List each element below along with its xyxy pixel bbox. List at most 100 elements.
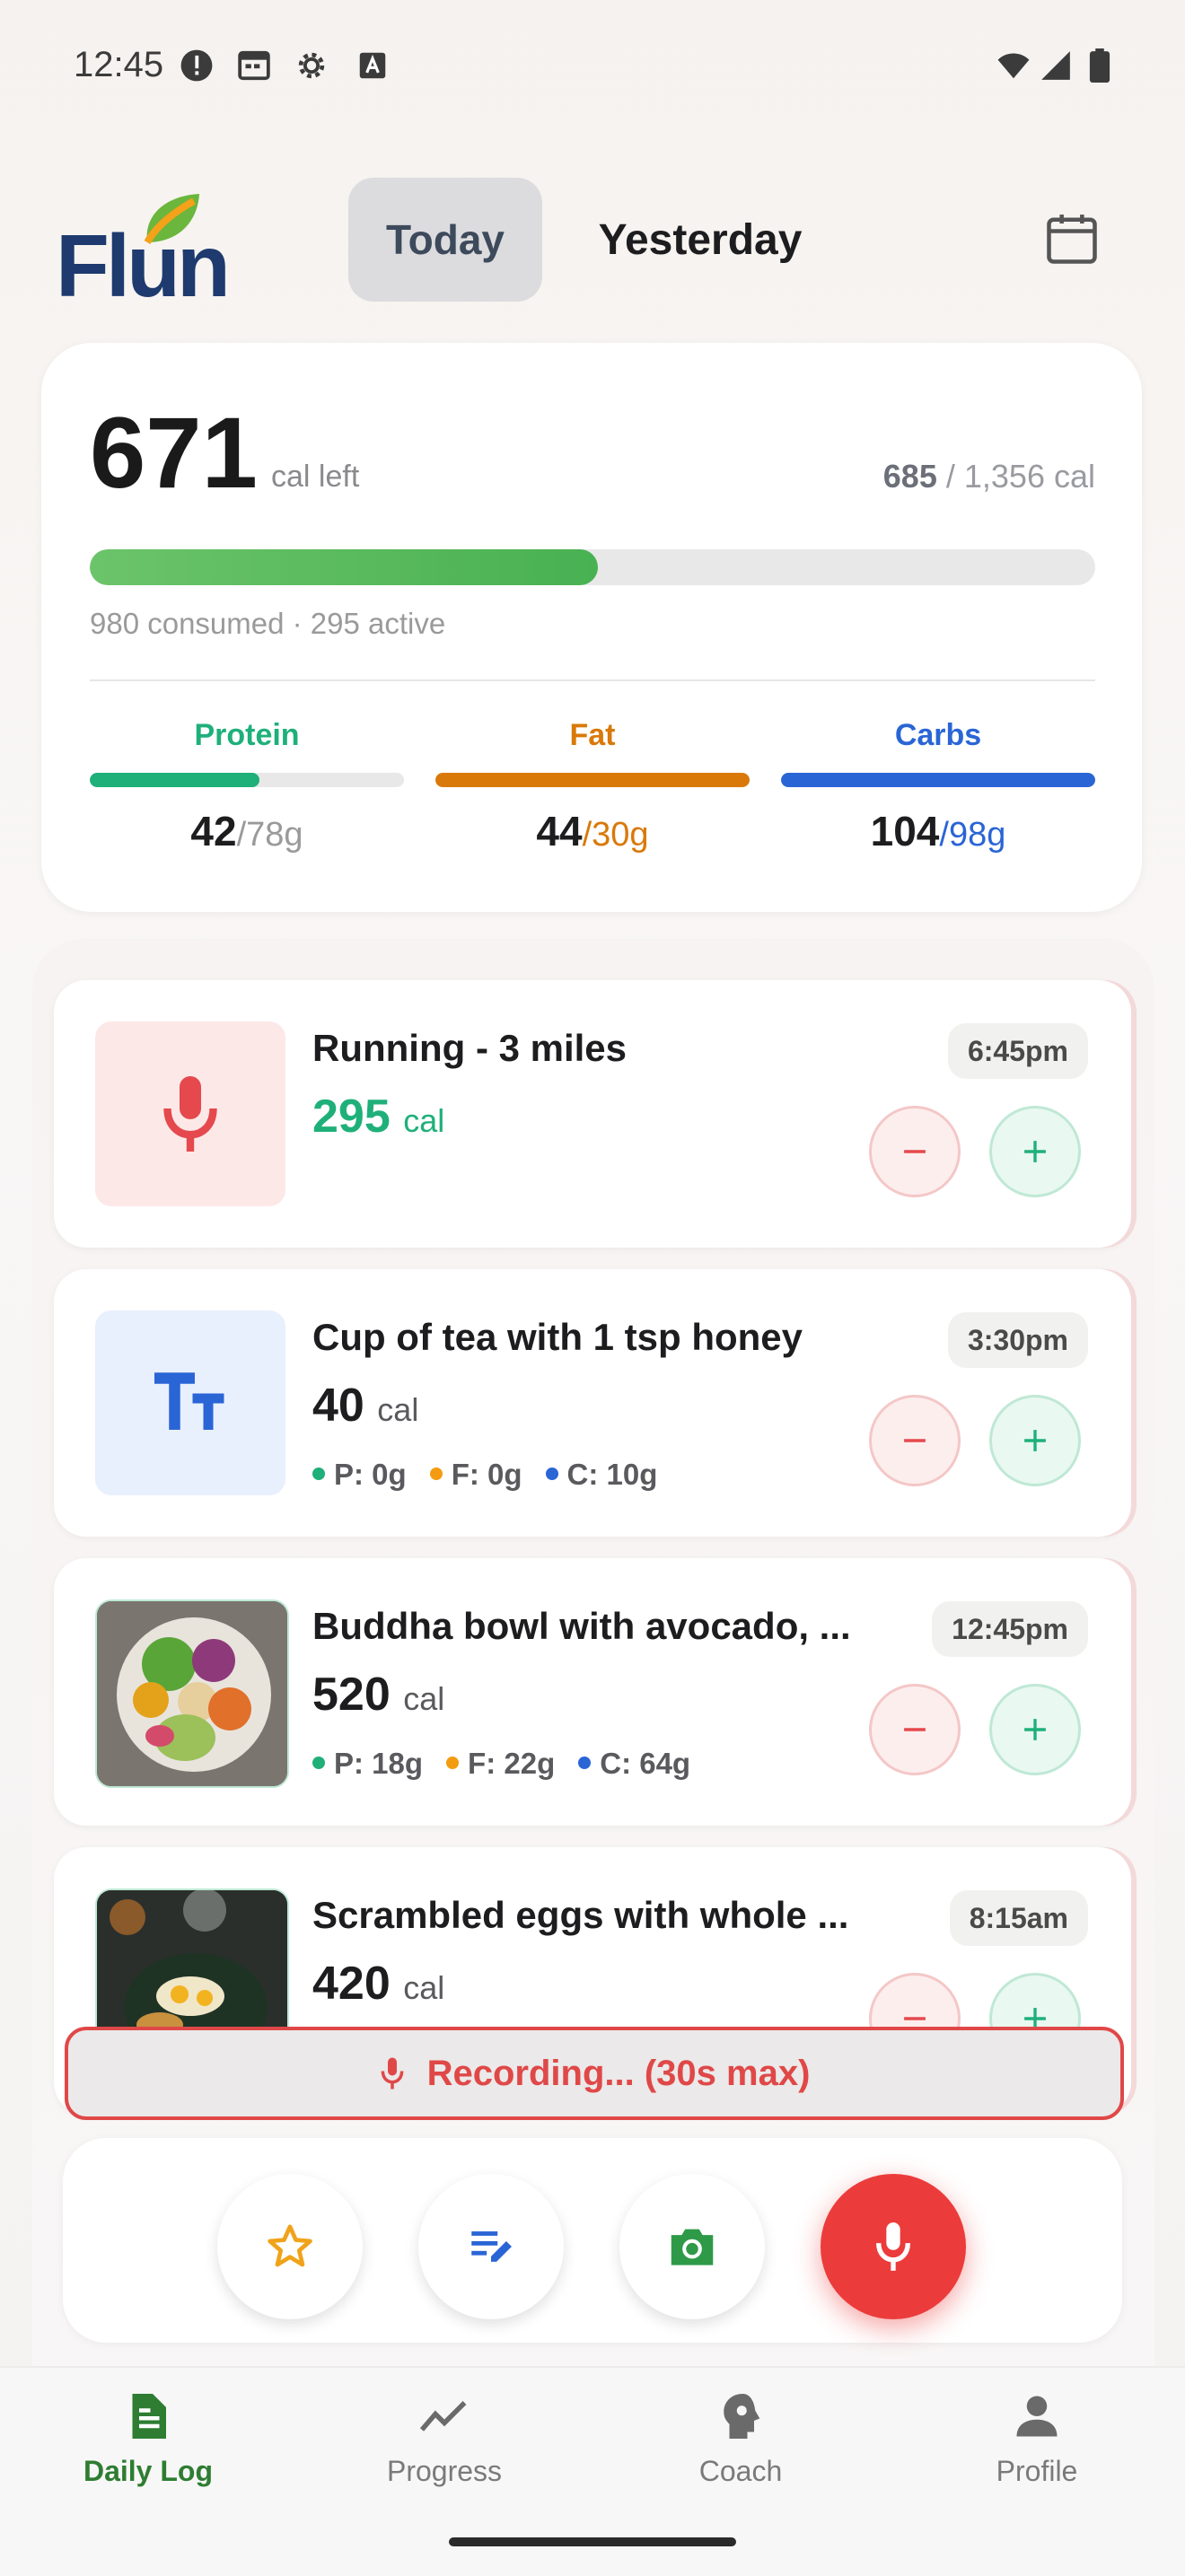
minus-icon	[904, 1150, 926, 1153]
decrease-button[interactable]	[869, 1106, 961, 1197]
entry-title: Cup of tea with 1 tsp honey	[312, 1316, 803, 1358]
calorie-progress-fill	[90, 549, 598, 585]
recording-banner[interactable]: Recording... (30s max)	[65, 2027, 1124, 2120]
log-entry[interactable]: Buddha bowl with avocado, ... 520 cal P:…	[54, 1558, 1131, 1826]
entry-fat: F: 0g	[429, 1458, 522, 1492]
head-gear-icon	[724, 2394, 760, 2439]
macro-bar-fill	[435, 773, 750, 787]
entry-title: Scrambled eggs with whole ...	[312, 1894, 849, 1936]
nav-label: Profile	[996, 2455, 1078, 2487]
signal-icon	[1041, 51, 1070, 80]
log-entry[interactable]: Cup of tea with 1 tsp honey 40 cal P: 0g…	[54, 1269, 1131, 1537]
alert-icon	[180, 49, 213, 82]
status-time: 12:45	[74, 45, 164, 84]
entry-carbs: C: 10g	[545, 1458, 657, 1492]
calories-left-label: cal left	[271, 460, 360, 494]
entry-protein: P: 18g	[312, 1747, 423, 1781]
calorie-total: 685 / 1,356 cal	[883, 458, 1095, 495]
entry-calories: 40 cal	[312, 1380, 419, 1432]
macro-bar	[781, 773, 1095, 787]
text-size-icon	[154, 1372, 224, 1430]
edit-list-icon	[471, 2231, 512, 2262]
nav-progress[interactable]: Progress	[296, 2389, 592, 2488]
calendar-status-icon	[238, 50, 270, 81]
macro-bar-fill	[90, 773, 259, 787]
entry-calories: 420 cal	[312, 1958, 445, 2010]
decrease-button[interactable]	[869, 1395, 961, 1486]
entry-time: 3:30pm	[947, 1312, 1088, 1368]
battery-icon	[1089, 48, 1110, 83]
log-entry[interactable]: Running - 3 miles 295 cal 6:45pm	[54, 980, 1131, 1248]
increase-button[interactable]	[989, 1106, 1081, 1197]
entry-title: Buddha bowl with avocado, ...	[312, 1605, 851, 1647]
camera-icon	[671, 2229, 714, 2265]
entry-calories: 520 cal	[312, 1669, 445, 1721]
favorites-button[interactable]	[217, 2174, 363, 2319]
trend-icon	[419, 2401, 467, 2431]
gesture-handle	[449, 2537, 736, 2546]
plus-icon	[1024, 1430, 1046, 1451]
voice-record-button[interactable]	[821, 2174, 966, 2319]
entry-photo-thumb	[95, 1599, 289, 1788]
calories-left-value: 671	[90, 397, 258, 509]
tab-yesterday[interactable]: Yesterday	[575, 178, 826, 302]
macro-value: 44/30g	[536, 808, 649, 854]
microphone-icon	[381, 2057, 403, 2090]
macro-bar-fill	[781, 773, 1095, 787]
entry-calories: 295 cal	[312, 1091, 445, 1143]
macro-label: Protein	[194, 718, 300, 752]
calorie-goal: / 1,356 cal	[945, 458, 1095, 495]
mic-icon	[876, 2222, 910, 2271]
quick-add-tray	[63, 2138, 1122, 2343]
app-logo: Flun	[56, 188, 231, 315]
plus-icon	[1024, 1719, 1046, 1740]
entry-time: 6:45pm	[947, 1023, 1088, 1079]
macro-label: Carbs	[894, 718, 982, 752]
macro-bar	[90, 773, 404, 787]
nav-label: Daily Log	[83, 2455, 213, 2487]
settings-status-icon	[298, 52, 325, 79]
macro-protein: Protein 42/78g	[90, 718, 404, 855]
macro-value: 42/78g	[190, 808, 303, 854]
entry-text-thumb	[95, 1310, 285, 1495]
keyboard-a-icon	[359, 52, 386, 79]
macro-label: Fat	[569, 718, 616, 752]
person-icon	[1016, 2396, 1058, 2437]
entry-carbs: C: 64g	[578, 1747, 690, 1781]
increase-button[interactable]	[989, 1684, 1081, 1775]
entry-fat: F: 22g	[446, 1747, 555, 1781]
text-entry-button[interactable]	[418, 2174, 564, 2319]
entry-title: Running - 3 miles	[312, 1027, 628, 1069]
nav-label: Progress	[386, 2455, 503, 2487]
microphone-icon	[163, 1076, 217, 1152]
calorie-progress-bar	[90, 549, 1095, 585]
nav-profile[interactable]: Profile	[889, 2389, 1185, 2488]
increase-button[interactable]	[989, 1395, 1081, 1486]
minus-icon	[904, 1728, 926, 1731]
plus-icon	[1024, 1141, 1046, 1162]
divider	[90, 679, 1095, 681]
star-icon	[268, 2224, 312, 2267]
calendar-icon[interactable]	[1041, 208, 1102, 269]
macro-value: 104/98g	[870, 808, 1006, 854]
decrease-button[interactable]	[869, 1684, 961, 1775]
minus-icon	[904, 1439, 926, 1442]
macro-fat: Fat 44/30g	[435, 718, 750, 855]
tab-today[interactable]: Today	[348, 178, 542, 302]
entry-macros: P: 0g F: 0g C: 10g	[312, 1458, 657, 1492]
camera-button[interactable]	[619, 2174, 765, 2319]
status-bar: 12:45	[0, 0, 1185, 135]
nav-daily-log[interactable]: Daily Log	[0, 2389, 296, 2488]
entry-macros: P: 18g F: 22g C: 64g	[312, 1747, 690, 1781]
calorie-breakdown: 980 consumed · 295 active	[90, 607, 446, 640]
entry-time: 12:45pm	[932, 1601, 1088, 1657]
consumed-net: 685	[882, 458, 937, 495]
macro-carbs: Carbs 104/98g	[781, 718, 1095, 855]
recording-text: Recording... (30s max)	[426, 2053, 811, 2093]
nav-coach[interactable]: Coach	[592, 2389, 889, 2488]
entry-time: 8:15am	[949, 1890, 1088, 1946]
entry-voice-thumb	[95, 1021, 285, 1206]
wifi-icon	[997, 53, 1030, 79]
macro-bar	[435, 773, 750, 787]
nav-label: Coach	[698, 2455, 783, 2487]
